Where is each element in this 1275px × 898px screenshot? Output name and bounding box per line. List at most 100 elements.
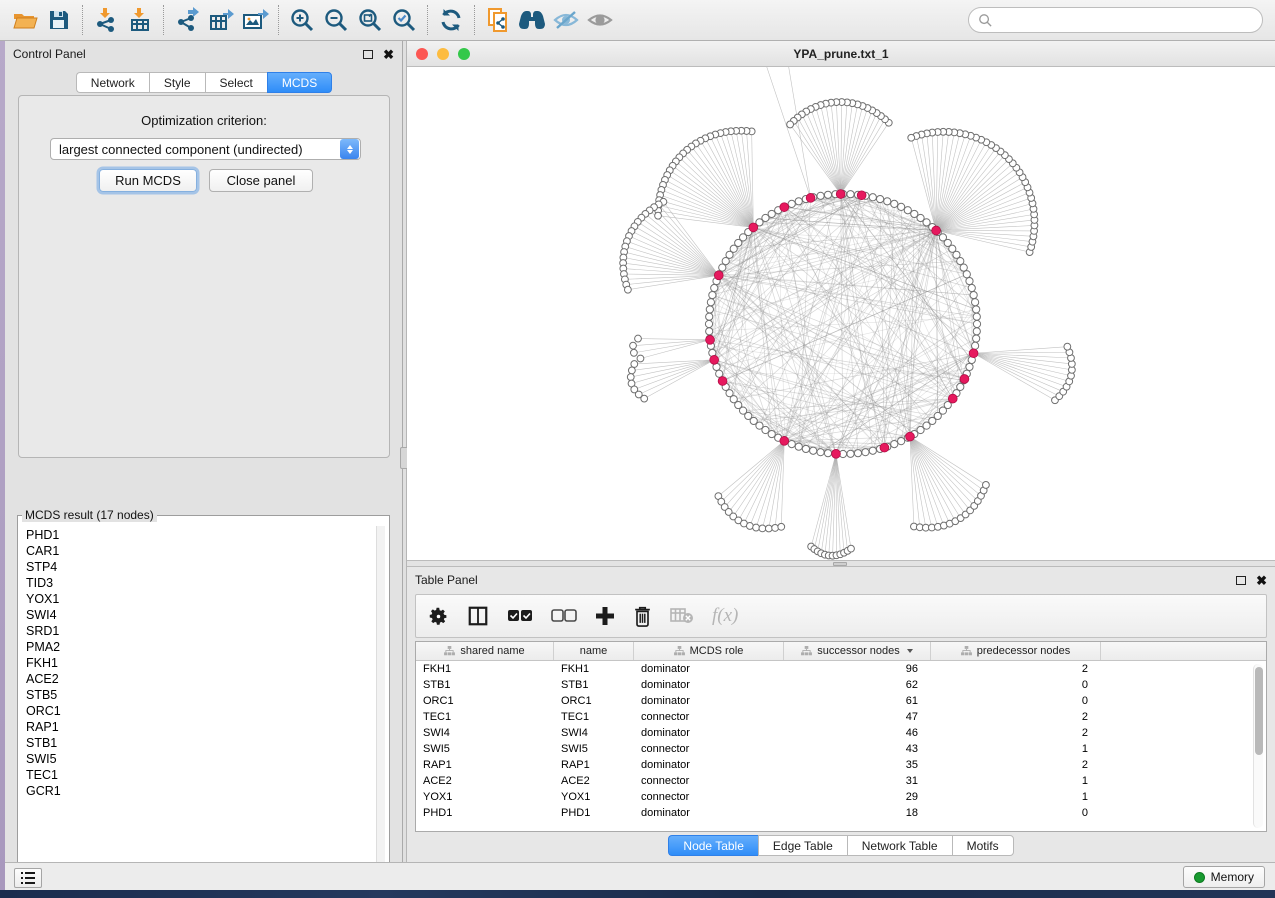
search-input[interactable] xyxy=(993,10,1262,30)
mcds-hub-node[interactable] xyxy=(718,377,727,386)
cell-predecessor-nodes[interactable]: 1 xyxy=(931,789,1101,805)
cell-name[interactable]: SWI5 xyxy=(554,741,634,757)
mcds-result-item[interactable]: STP4 xyxy=(26,559,381,575)
cell-MCDS-role[interactable]: connector xyxy=(634,709,784,725)
cell-shared-name[interactable]: RAP1 xyxy=(416,757,554,773)
network-graph[interactable] xyxy=(407,67,1275,560)
mcds-hub-node[interactable] xyxy=(780,203,789,212)
table-row[interactable]: SWI4SWI4dominator462 xyxy=(416,725,1266,741)
tab-select[interactable]: Select xyxy=(205,72,267,93)
cell-MCDS-role[interactable]: dominator xyxy=(634,757,784,773)
cell-successor-nodes[interactable]: 61 xyxy=(784,693,931,709)
mcds-result-item[interactable]: SWI5 xyxy=(26,751,381,767)
hide-selected-icon[interactable] xyxy=(549,4,583,36)
cell-predecessor-nodes[interactable]: 2 xyxy=(931,709,1101,725)
select-all-icon[interactable] xyxy=(507,609,533,623)
cell-successor-nodes[interactable]: 62 xyxy=(784,677,931,693)
cell-shared-name[interactable]: SWI5 xyxy=(416,741,554,757)
cell-predecessor-nodes[interactable]: 0 xyxy=(931,805,1101,821)
table-row[interactable]: ORC1ORC1dominator610 xyxy=(416,693,1266,709)
cell-name[interactable]: ACE2 xyxy=(554,773,634,789)
memory-button[interactable]: Memory xyxy=(1183,866,1265,888)
mcds-list-scrollbar[interactable] xyxy=(376,526,385,874)
cell-MCDS-role[interactable]: dominator xyxy=(634,661,784,677)
mcds-hub-node[interactable] xyxy=(906,432,915,441)
cell-shared-name[interactable]: TEC1 xyxy=(416,709,554,725)
mcds-result-item[interactable]: SWI4 xyxy=(26,607,381,623)
tab-node-table[interactable]: Node Table xyxy=(668,835,758,856)
cell-shared-name[interactable]: ORC1 xyxy=(416,693,554,709)
cell-MCDS-role[interactable]: connector xyxy=(634,773,784,789)
zoom-fit-icon[interactable] xyxy=(353,4,387,36)
mcds-result-item[interactable]: SRD1 xyxy=(26,623,381,639)
cell-predecessor-nodes[interactable]: 0 xyxy=(931,693,1101,709)
cell-shared-name[interactable]: YOX1 xyxy=(416,789,554,805)
mcds-hub-node[interactable] xyxy=(969,349,978,358)
export-table-icon[interactable] xyxy=(204,4,238,36)
status-menu-button[interactable] xyxy=(14,868,42,888)
table-row[interactable]: RAP1RAP1dominator352 xyxy=(416,757,1266,773)
table-row[interactable]: PHD1PHD1dominator180 xyxy=(416,805,1266,821)
network-window-titlebar[interactable]: YPA_prune.txt_1 xyxy=(407,41,1275,67)
mcds-hub-node[interactable] xyxy=(880,443,889,452)
zoom-out-icon[interactable] xyxy=(319,4,353,36)
save-session-icon[interactable] xyxy=(42,4,76,36)
mcds-hub-node[interactable] xyxy=(836,190,845,199)
cell-predecessor-nodes[interactable]: 2 xyxy=(931,661,1101,677)
mcds-result-item[interactable]: ACE2 xyxy=(26,671,381,687)
table-row[interactable]: YOX1YOX1connector291 xyxy=(416,789,1266,805)
close-panel-icon[interactable]: ✖ xyxy=(383,48,394,61)
cell-MCDS-role[interactable]: dominator xyxy=(634,725,784,741)
float-panel-icon[interactable] xyxy=(363,50,373,59)
table-row[interactable]: FKH1FKH1dominator962 xyxy=(416,661,1266,677)
cell-predecessor-nodes[interactable]: 2 xyxy=(931,757,1101,773)
mcds-hub-node[interactable] xyxy=(710,355,719,364)
close-panel-icon[interactable]: ✖ xyxy=(1256,574,1267,587)
table-row[interactable]: STB1STB1dominator620 xyxy=(416,677,1266,693)
mcds-hub-node[interactable] xyxy=(857,191,866,200)
export-network-icon[interactable] xyxy=(170,4,204,36)
column-header-name[interactable]: name xyxy=(554,642,634,660)
cell-name[interactable]: TEC1 xyxy=(554,709,634,725)
mcds-result-item[interactable]: STB1 xyxy=(26,735,381,751)
mcds-hub-node[interactable] xyxy=(780,436,789,445)
mcds-hub-node[interactable] xyxy=(749,223,758,232)
columns-icon[interactable] xyxy=(467,605,489,627)
cell-name[interactable]: RAP1 xyxy=(554,757,634,773)
cell-successor-nodes[interactable]: 18 xyxy=(784,805,931,821)
search-network-icon[interactable] xyxy=(515,4,549,36)
tab-mcds[interactable]: MCDS xyxy=(267,72,332,93)
mcds-result-item[interactable]: FKH1 xyxy=(26,655,381,671)
table-row[interactable]: TEC1TEC1connector472 xyxy=(416,709,1266,725)
cell-shared-name[interactable]: FKH1 xyxy=(416,661,554,677)
tab-network-table[interactable]: Network Table xyxy=(847,835,952,856)
column-header-MCDS-role[interactable]: MCDS role xyxy=(634,642,784,660)
mcds-result-item[interactable]: CAR1 xyxy=(26,543,381,559)
cell-successor-nodes[interactable]: 46 xyxy=(784,725,931,741)
mcds-result-item[interactable]: RAP1 xyxy=(26,719,381,735)
search-box[interactable] xyxy=(968,7,1263,33)
column-header-successor-nodes[interactable]: successor nodes xyxy=(784,642,931,660)
mcds-result-item[interactable]: YOX1 xyxy=(26,591,381,607)
cell-MCDS-role[interactable]: connector xyxy=(634,789,784,805)
tab-network[interactable]: Network xyxy=(76,72,149,93)
cell-successor-nodes[interactable]: 47 xyxy=(784,709,931,725)
tab-edge-table[interactable]: Edge Table xyxy=(758,835,847,856)
cell-shared-name[interactable]: ACE2 xyxy=(416,773,554,789)
cell-MCDS-role[interactable]: dominator xyxy=(634,805,784,821)
cell-name[interactable]: ORC1 xyxy=(554,693,634,709)
refresh-layout-icon[interactable] xyxy=(434,4,468,36)
mcds-result-item[interactable]: PHD1 xyxy=(26,527,381,543)
cell-successor-nodes[interactable]: 31 xyxy=(784,773,931,789)
zoom-selected-icon[interactable] xyxy=(387,4,421,36)
table-row[interactable]: ACE2ACE2connector311 xyxy=(416,773,1266,789)
criterion-select[interactable]: largest connected component (undirected) xyxy=(50,138,361,160)
mcds-hub-node[interactable] xyxy=(932,226,941,235)
mcds-hub-node[interactable] xyxy=(806,193,815,202)
show-all-icon[interactable] xyxy=(583,4,617,36)
close-panel-button[interactable]: Close panel xyxy=(209,169,313,192)
add-column-icon[interactable] xyxy=(595,606,615,626)
run-mcds-button[interactable]: Run MCDS xyxy=(99,169,197,192)
cell-successor-nodes[interactable]: 29 xyxy=(784,789,931,805)
open-file-icon[interactable] xyxy=(8,4,42,36)
